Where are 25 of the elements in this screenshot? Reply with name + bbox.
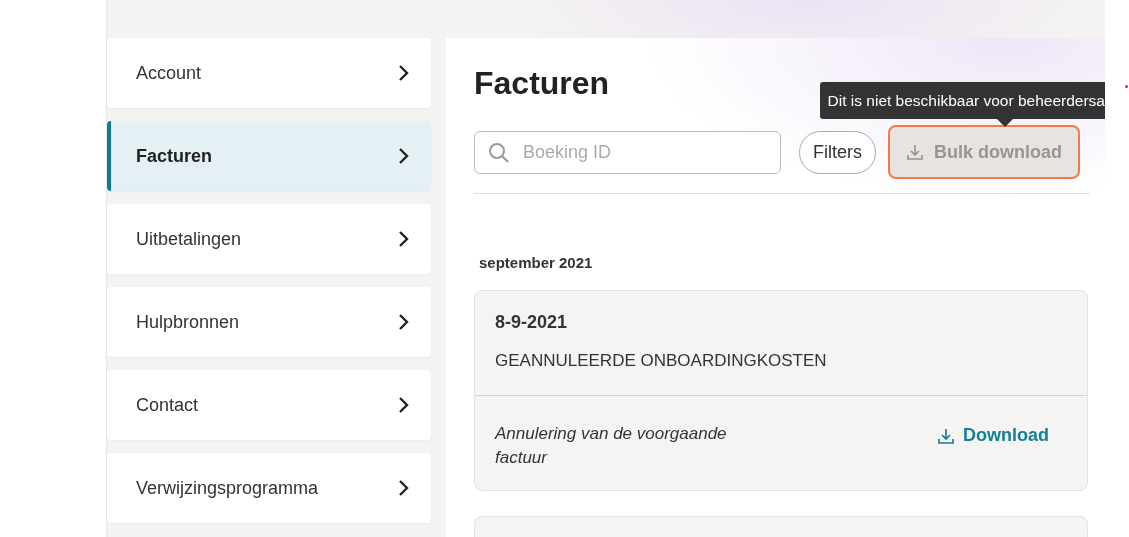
invoice-title: GEANNULEERDE ONBOARDINGKOSTEN bbox=[495, 349, 828, 372]
chevron-right-icon bbox=[397, 396, 411, 414]
sidebar-item[interactable]: Hulpbronnen bbox=[107, 287, 431, 357]
chevron-right-icon bbox=[397, 64, 411, 82]
invoice-date: 8-9-2021 bbox=[495, 310, 569, 334]
chevron-right-icon bbox=[397, 479, 411, 497]
section-heading: september 2021 bbox=[479, 253, 594, 274]
chevron-right-icon bbox=[397, 230, 411, 248]
invoice-note: Annulering van de voorgaande factuur bbox=[495, 423, 728, 469]
tooltip-pointer-icon bbox=[997, 119, 1013, 127]
sidebar-item[interactable]: Account bbox=[107, 38, 431, 108]
sidebar-item[interactable]: Verwijzingsprogramma bbox=[107, 453, 431, 523]
chevron-right-icon bbox=[397, 147, 411, 165]
filters-button[interactable]: Filters bbox=[799, 130, 876, 174]
download-link[interactable]: Download bbox=[937, 422, 1049, 450]
download-icon bbox=[906, 143, 924, 162]
chevron-right-icon bbox=[397, 313, 411, 331]
sidebar-item[interactable]: Contact bbox=[107, 370, 431, 440]
download-icon bbox=[937, 426, 955, 445]
tooltip: Dit is niet beschikbaar voor beheerdersa bbox=[819, 82, 1105, 120]
search-field[interactable]: Boeking ID bbox=[474, 130, 781, 174]
sidebar-item[interactable]: Facturen bbox=[107, 121, 431, 191]
page-title: Facturen bbox=[474, 66, 610, 102]
marker-dot bbox=[1125, 85, 1128, 88]
sidebar-item[interactable]: Uitbetalingen bbox=[107, 204, 431, 274]
